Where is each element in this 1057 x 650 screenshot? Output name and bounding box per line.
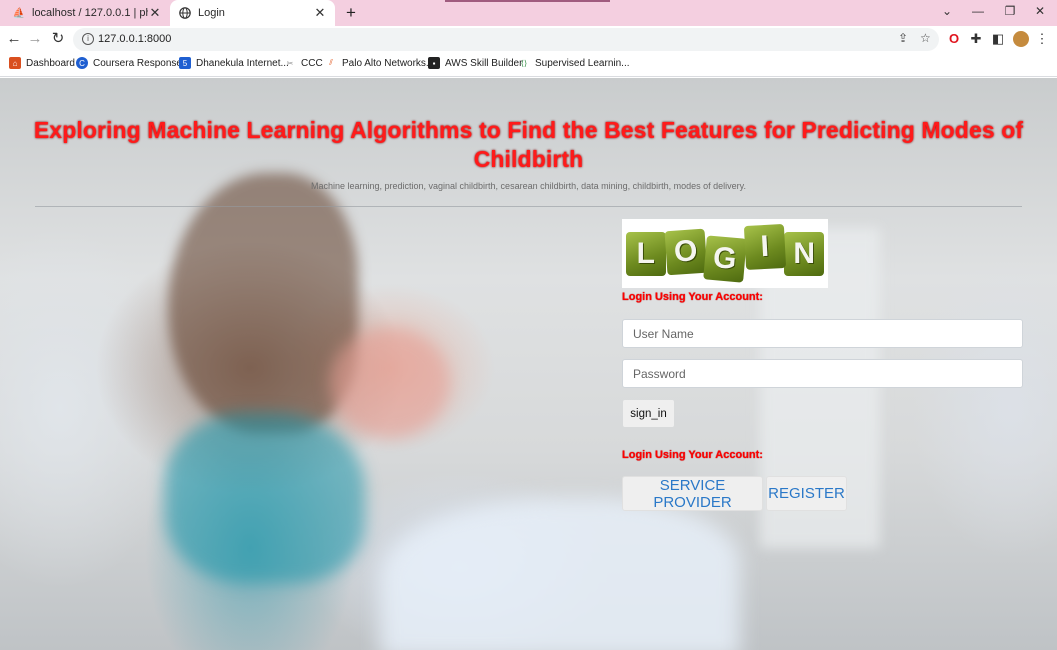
close-tab-icon[interactable]: ✕: [313, 5, 327, 21]
tab-login[interactable]: Login ✕: [170, 0, 335, 26]
address-url: 127.0.0.1:8000: [98, 33, 172, 45]
extensions-puzzle-icon[interactable]: ✚: [968, 31, 984, 47]
logo-cube: G: [703, 234, 747, 283]
aws-icon: ▪: [428, 57, 440, 69]
bookmark-palo-alto[interactable]: ⫽ Palo Alto Networks...: [325, 57, 434, 69]
bookmark-label: Palo Alto Networks...: [342, 57, 435, 69]
logo-cube: I: [743, 223, 786, 270]
opera-extension-icon[interactable]: O: [946, 31, 962, 47]
restore-icon[interactable]: ❐: [1001, 4, 1019, 18]
page-title: Exploring Machine Learning Algorithms to…: [33, 117, 1024, 172]
login-label: Login Using Your Account:: [622, 291, 763, 303]
photo-mother-hair: [168, 173, 358, 433]
register-button[interactable]: REGISTER: [766, 476, 847, 511]
tab-title: localhost / 127.0.0.1 | phpMyAdm: [32, 7, 148, 19]
page-subtitle: Machine learning, prediction, vaginal ch…: [310, 181, 747, 191]
bookmark-label: Supervised Learnin...: [535, 57, 630, 69]
bookmark-aws[interactable]: ▪ AWS Skill Builder: [428, 57, 522, 69]
bookmark-label: Dashboard: [26, 57, 75, 69]
photo-mother-shirt: [165, 413, 365, 583]
page-content: Exploring Machine Learning Algorithms to…: [0, 78, 1057, 650]
tab-phpmyadmin[interactable]: ⛵ localhost / 127.0.0.1 | phpMyAdm ✕: [6, 0, 168, 26]
bookmark-coursera[interactable]: C Coursera Response...: [76, 57, 190, 69]
bookmark-label: AWS Skill Builder: [445, 57, 523, 69]
header-divider: [35, 206, 1022, 207]
supervised-learning-icon: ⟨⟩: [520, 58, 528, 68]
share-icon[interactable]: ⇪: [898, 31, 908, 45]
address-bar[interactable]: i 127.0.0.1:8000 ⇪ ☆: [73, 28, 939, 51]
bookmark-ccc[interactable]: ✂ CCC: [284, 57, 323, 69]
dashboard-icon: ⌂: [9, 57, 21, 69]
bookmark-label: Dhanekula Internet...: [196, 57, 289, 69]
forward-icon[interactable]: →: [26, 30, 44, 48]
profile-avatar[interactable]: [1013, 31, 1029, 47]
palo-alto-icon: ⫽: [329, 58, 333, 67]
photo-baby: [330, 328, 450, 438]
tab-search-icon[interactable]: ⌄: [938, 4, 956, 18]
password-input[interactable]: [622, 359, 1023, 388]
site-info-icon[interactable]: i: [82, 33, 94, 45]
side-panel-icon[interactable]: ◧: [990, 31, 1006, 47]
globe-icon: [178, 6, 192, 20]
bookmark-label: CCC: [301, 57, 323, 69]
close-window-icon[interactable]: ✕: [1031, 4, 1049, 18]
tab-strip: ⛵ localhost / 127.0.0.1 | phpMyAdm ✕ Log…: [0, 0, 1057, 26]
logo-cube: O: [664, 228, 707, 275]
logo-cube: L: [626, 231, 666, 276]
minimize-icon[interactable]: —: [969, 4, 987, 18]
tab-strip-accent: [445, 0, 610, 2]
coursera-icon: C: [76, 57, 88, 69]
username-input[interactable]: [622, 319, 1023, 348]
bookmark-star-icon[interactable]: ☆: [920, 31, 931, 45]
new-tab-button[interactable]: +: [342, 3, 360, 23]
browser-toolbar: ← → ↻ i 127.0.0.1:8000 ⇪ ☆ O ✚ ◧ ⋮: [0, 26, 1057, 53]
sign-in-button[interactable]: sign_in: [623, 400, 674, 427]
bookmark-dashboard[interactable]: ⌂ Dashboard: [9, 57, 75, 69]
tab-title: Login: [198, 7, 225, 19]
bookmark-supervised[interactable]: ⟨⟩ Supervised Learnin...: [518, 57, 630, 69]
bookmark-label: Coursera Response...: [93, 57, 191, 69]
menu-kebab-icon[interactable]: ⋮: [1034, 31, 1050, 47]
photo-blanket: [380, 498, 740, 650]
back-icon[interactable]: ←: [5, 30, 23, 48]
reload-icon[interactable]: ↻: [49, 30, 67, 48]
service-provider-button[interactable]: SERVICE PROVIDER: [622, 476, 763, 511]
ccc-icon: ✂: [286, 58, 294, 68]
login-label-secondary: Login Using Your Account:: [622, 449, 763, 461]
login-logo: L O G I N: [622, 219, 828, 288]
bookmarks-bar: ⌂ Dashboard C Coursera Response... 5 Dha…: [0, 53, 1057, 77]
bookmark-dhanekula[interactable]: 5 Dhanekula Internet...: [179, 57, 289, 69]
close-tab-icon[interactable]: ✕: [148, 5, 162, 21]
phpmyadmin-icon: ⛵: [12, 7, 26, 19]
logo-cube: N: [784, 231, 824, 276]
dhanekula-icon: 5: [179, 57, 191, 69]
